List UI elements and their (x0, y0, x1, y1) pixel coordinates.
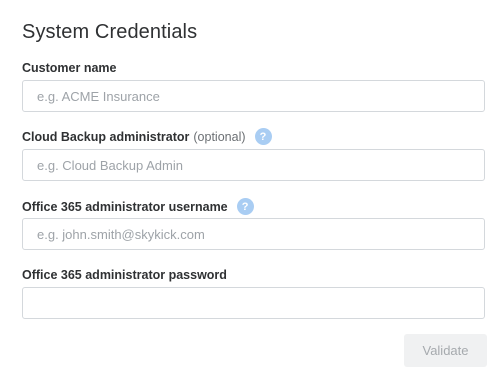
cloud-backup-admin-label: Cloud Backup administrator (optional) ? (22, 128, 272, 145)
o365-username-label-text: Office 365 administrator username (22, 199, 228, 214)
cloud-backup-admin-input[interactable] (22, 149, 485, 181)
o365-username-label: Office 365 administrator username ? (22, 198, 254, 215)
o365-password-input[interactable] (22, 287, 485, 319)
optional-tag: (optional) (193, 129, 246, 144)
question-mark-icon[interactable]: ? (254, 128, 272, 145)
o365-password-label: Office 365 administrator password (22, 267, 227, 283)
page-title: System Credentials (22, 21, 198, 43)
cloud-backup-admin-label-text: Cloud Backup administrator (22, 129, 190, 144)
customer-name-label-text: Customer name (22, 61, 117, 75)
o365-password-label-text: Office 365 administrator password (22, 268, 227, 282)
customer-name-input[interactable] (22, 80, 485, 112)
customer-name-label: Customer name (22, 60, 116, 76)
question-mark-icon[interactable]: ? (236, 198, 254, 215)
validate-button[interactable]: Validate (404, 334, 487, 367)
o365-username-input[interactable] (22, 218, 485, 250)
